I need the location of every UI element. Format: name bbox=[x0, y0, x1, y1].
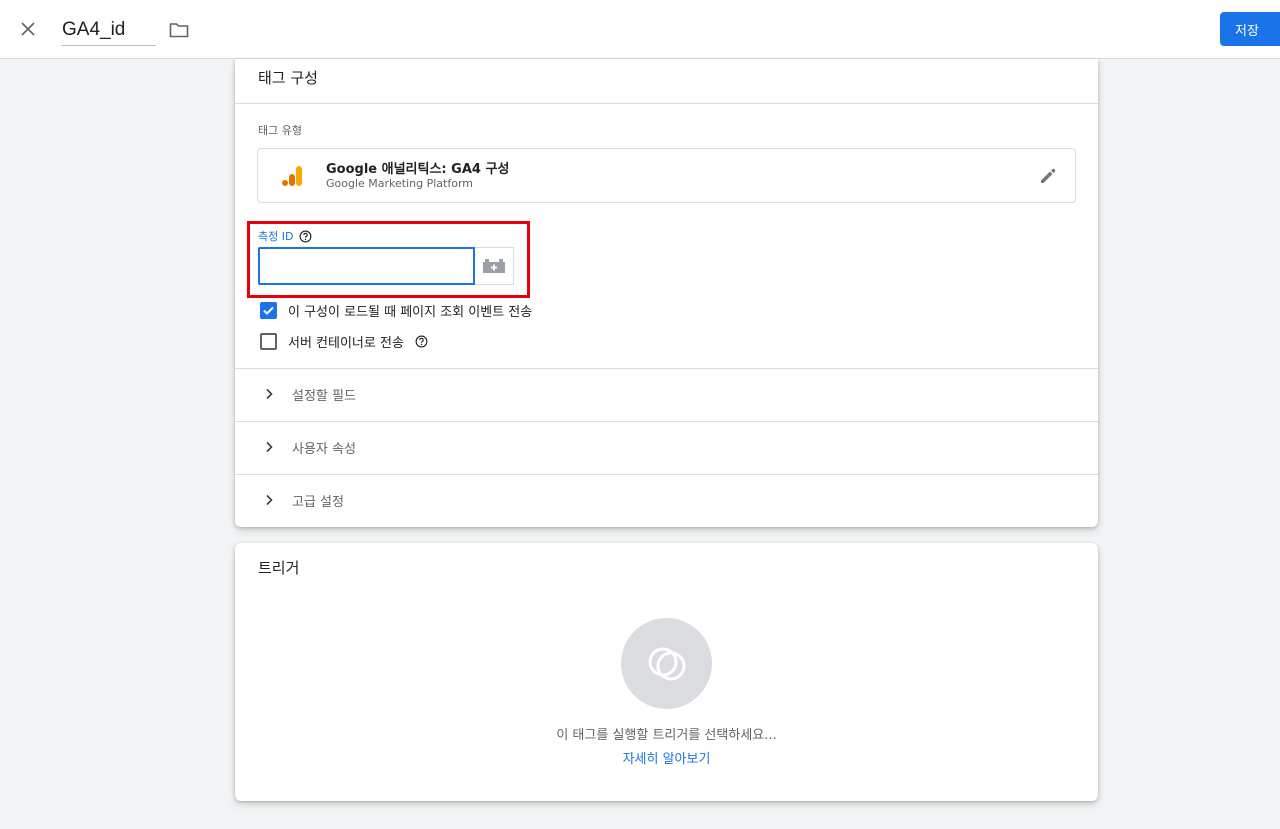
tag-type-label: 태그 유형 bbox=[258, 124, 302, 137]
tag-name-input[interactable] bbox=[61, 14, 156, 46]
chevron-right-icon bbox=[266, 441, 273, 453]
chevron-right-icon bbox=[266, 388, 273, 400]
triggering-card: 트리거 이 태그를 실행할 트리거를 선택하세요... 자세히 알아보기 bbox=[235, 543, 1098, 801]
google-analytics-icon bbox=[282, 166, 302, 186]
section-user-properties[interactable]: 사용자 속성 bbox=[235, 421, 1098, 474]
help-icon[interactable] bbox=[415, 335, 428, 348]
measurement-id-label-text: 측정 ID bbox=[258, 230, 294, 243]
pageview-checkbox-label: 이 구성이 로드될 때 페이지 조회 이벤트 전송 bbox=[288, 305, 533, 320]
divider bbox=[235, 103, 1098, 104]
measurement-id-label: 측정 ID bbox=[258, 228, 312, 244]
tag-configuration-card: 태그 구성 태그 유형 Google 애널리틱스: GA4 구성 Google … bbox=[235, 59, 1098, 527]
section-label: 설정할 필드 bbox=[292, 389, 356, 404]
section-label: 고급 설정 bbox=[292, 495, 344, 510]
trigger-title: 트리거 bbox=[258, 559, 300, 577]
variable-block-icon bbox=[483, 259, 505, 273]
section-advanced-settings[interactable]: 고급 설정 bbox=[235, 474, 1098, 527]
checkbox-checked[interactable] bbox=[260, 302, 277, 319]
checkbox-unchecked[interactable] bbox=[260, 333, 277, 350]
close-icon[interactable] bbox=[16, 17, 40, 41]
section-label: 사용자 속성 bbox=[292, 442, 356, 457]
chevron-right-icon bbox=[266, 494, 273, 506]
section-fields-to-set[interactable]: 설정할 필드 bbox=[235, 368, 1098, 421]
server-container-checkbox-label: 서버 컨테이너로 전송 bbox=[288, 336, 404, 351]
help-icon[interactable] bbox=[299, 230, 312, 243]
trigger-prompt: 이 태그를 실행할 트리거를 선택하세요... bbox=[556, 728, 777, 743]
trigger-icon bbox=[648, 647, 685, 680]
tag-type-name: Google 애널리틱스: GA4 구성 bbox=[326, 162, 510, 177]
measurement-id-input[interactable] bbox=[258, 247, 475, 285]
variable-picker-button[interactable] bbox=[475, 247, 514, 285]
top-bar: 저장 bbox=[0, 0, 1280, 59]
server-container-checkbox-row[interactable]: 서버 컨테이너로 전송 bbox=[260, 332, 428, 351]
tag-type-selector[interactable]: Google 애널리틱스: GA4 구성 Google Marketing Pl… bbox=[257, 148, 1076, 203]
pencil-icon[interactable] bbox=[1038, 166, 1058, 186]
folder-icon[interactable] bbox=[167, 18, 191, 42]
save-button[interactable]: 저장 bbox=[1220, 12, 1280, 46]
add-trigger-button[interactable] bbox=[621, 618, 712, 709]
tag-type-platform: Google Marketing Platform bbox=[326, 177, 473, 190]
pageview-checkbox-row[interactable]: 이 구성이 로드될 때 페이지 조회 이벤트 전송 bbox=[260, 301, 532, 320]
config-title: 태그 구성 bbox=[258, 69, 318, 87]
learn-more-link[interactable]: 자세히 알아보기 bbox=[235, 748, 1098, 767]
